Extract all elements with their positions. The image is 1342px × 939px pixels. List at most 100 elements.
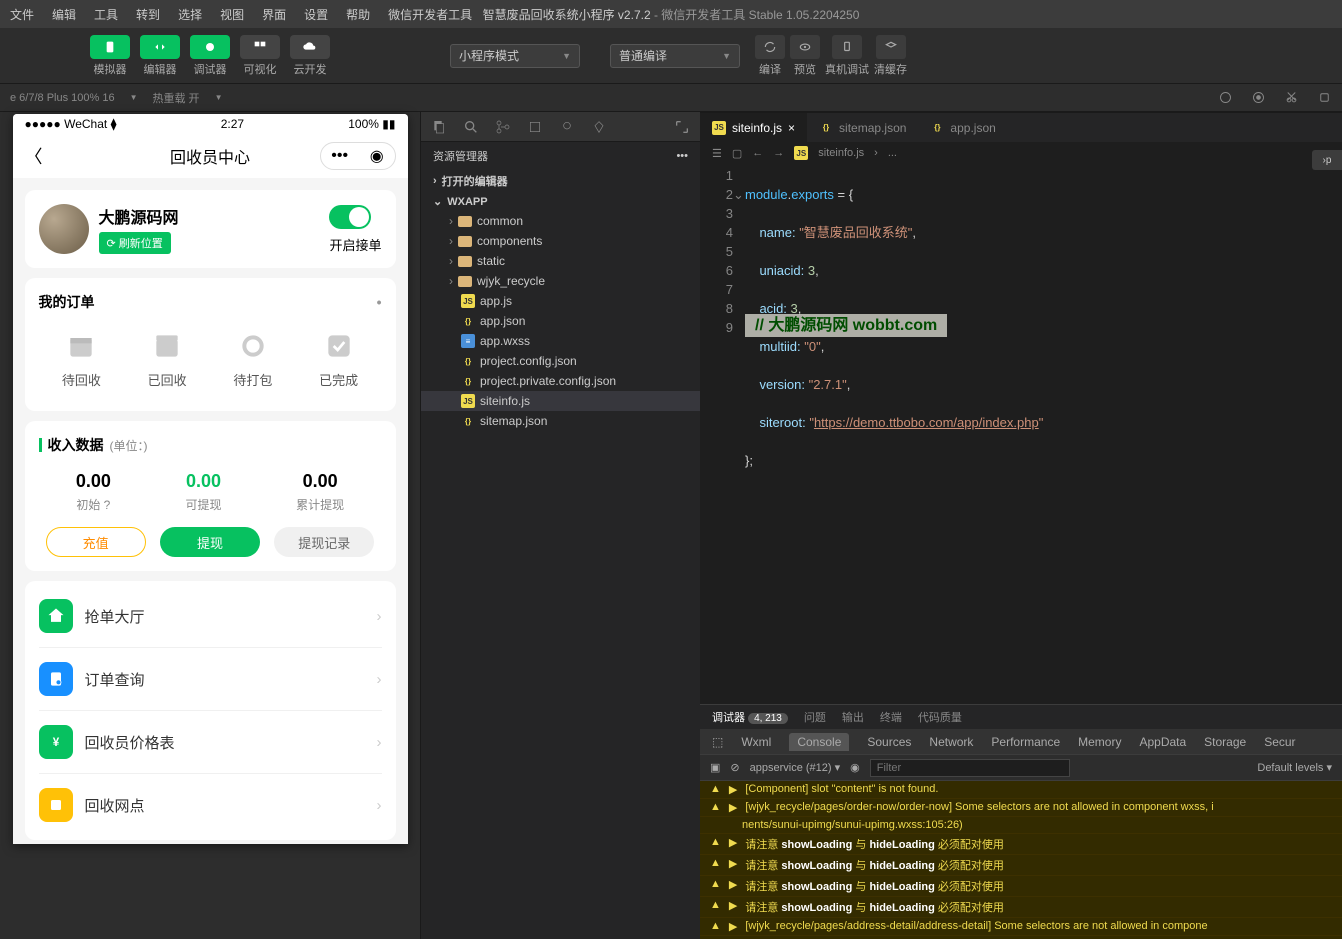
tab-output[interactable]: 输出 [842,709,864,725]
cloud-toggle[interactable]: 云开发 [290,35,330,77]
package-icon[interactable] [527,119,543,135]
tab-security[interactable]: Secur [1264,735,1295,749]
order-pending[interactable]: 待回收 [62,330,101,389]
menu-edit[interactable]: 编辑 [52,6,76,23]
git-icon[interactable] [495,119,511,135]
context-selector[interactable]: appservice (#12) ▾ [750,761,841,774]
menu-ui[interactable]: 界面 [262,6,286,23]
menu-goto[interactable]: 转到 [136,6,160,23]
folder-wjyk[interactable]: ›wjyk_recycle [421,271,700,291]
file-project-config[interactable]: {}project.config.json [421,351,700,371]
file-siteinfo[interactable]: JSsiteinfo.js [421,391,700,411]
cut-icon[interactable] [1284,90,1299,105]
tab-siteinfo[interactable]: JSsiteinfo.js× [700,113,807,143]
menu-order-query[interactable]: 订单查询› [39,648,382,711]
compile-dropdown[interactable]: 普通编译▼ [610,44,740,68]
tab-storage[interactable]: Storage [1204,735,1246,749]
cert-icon[interactable] [559,119,575,135]
menu-wechat-devtools[interactable]: 微信开发者工具 [388,6,472,23]
tab-terminal[interactable]: 终端 [880,709,902,725]
list-icon[interactable]: ☰ [712,147,722,160]
code-editor[interactable]: 123456789 ⌄module.exports = { name: "智慧废… [700,164,1342,704]
folder-components[interactable]: ›components [421,231,700,251]
tab-debugger[interactable]: 调试器 4, 213 [712,709,788,725]
more-icon[interactable]: • [377,294,382,310]
bookmark-icon[interactable]: ▢ [732,147,742,160]
editor-toggle[interactable]: 编辑器 [140,35,180,77]
open-editors-section[interactable]: ›打开的编辑器 [421,170,700,192]
menu-view[interactable]: 视图 [220,6,244,23]
tab-wxml[interactable]: Wxml [741,735,771,749]
help-icon[interactable]: ? [104,498,111,512]
diamond-icon[interactable] [591,119,607,135]
close-icon[interactable]: × [788,121,795,135]
files-icon[interactable] [431,119,447,135]
withdraw-records-button[interactable]: 提现记录 [274,527,374,557]
withdraw-button[interactable]: 提现 [160,527,260,557]
nav-fwd-icon[interactable]: → [773,147,784,159]
console-log[interactable]: ▲▶[Component] slot "content" is not foun… [700,781,1342,939]
visualize-toggle[interactable]: 可视化 [240,35,280,77]
tab-problems[interactable]: 问题 [804,709,826,725]
order-packing[interactable]: 待打包 [233,330,272,389]
root-section[interactable]: ⌄WXAPP [421,192,700,211]
tab-sitemap[interactable]: {}sitemap.json [807,113,918,143]
menu-select[interactable]: 选择 [178,6,202,23]
tab-app-json[interactable]: {}app.json [918,113,1007,143]
search-icon[interactable] [463,119,479,135]
tab-quality[interactable]: 代码质量 [918,709,962,725]
more-icon[interactable]: ••• [676,150,688,162]
refresh-location-button[interactable]: ⟳刷新位置 [99,232,171,254]
tab-sources[interactable]: Sources [867,735,911,749]
real-debug-button[interactable]: 真机调试 [825,35,869,77]
hot-reload-toggle[interactable]: 热重载 开 [153,90,200,106]
file-app-wxss[interactable]: ≡app.wxss [421,331,700,351]
tab-appdata[interactable]: AppData [1139,735,1186,749]
clear-cache-button[interactable]: 清缓存 [874,35,907,77]
console-filter[interactable] [870,759,1070,777]
breadcrumb-item[interactable]: ... [888,147,897,159]
refresh-icon[interactable] [1218,90,1233,105]
tab-network[interactable]: Network [929,735,973,749]
file-sitemap[interactable]: {}sitemap.json [421,411,700,431]
expand-icon[interactable] [674,119,690,135]
right-peek-tab[interactable]: › p [1312,150,1342,170]
compile-button[interactable]: 编译 [755,35,785,77]
mode-dropdown[interactable]: 小程序模式▼ [450,44,580,68]
simulator-toggle[interactable]: 模拟器 [90,35,130,77]
inspect-icon[interactable]: ⬚ [712,735,723,749]
file-app-js[interactable]: JSapp.js [421,291,700,311]
code-content[interactable]: ⌄module.exports = { name: "智慧废品回收系统", un… [745,164,1342,704]
avatar[interactable] [39,204,89,254]
levels-dropdown[interactable]: Default levels ▾ [1257,761,1332,774]
phone-simulator[interactable]: ●●●●● WeChat ⧫ 2:27 100% ▮▮ 〈 回收员中心 ••• … [13,114,408,844]
menu-sites[interactable]: 回收网点› [39,774,382,836]
record-icon[interactable] [1251,90,1266,105]
menu-grab-orders[interactable]: 抢单大厅› [39,585,382,648]
preview-button[interactable]: 预览 [790,35,820,77]
target-icon[interactable]: ◉ [370,146,384,166]
menu-file[interactable]: 文件 [10,6,34,23]
folder-common[interactable]: ›common [421,211,700,231]
order-collected[interactable]: 已回收 [148,330,187,389]
eye-icon[interactable]: ◉ [850,761,860,774]
menu-dots-icon[interactable]: ••• [331,147,348,165]
tab-memory[interactable]: Memory [1078,735,1121,749]
tab-performance[interactable]: Performance [991,735,1060,749]
file-project-private[interactable]: {}project.private.config.json [421,371,700,391]
debugger-toggle[interactable]: 调试器 [190,35,230,77]
file-app-json[interactable]: {}app.json [421,311,700,331]
capsule-button[interactable]: ••• ◉ [320,142,396,170]
menu-tools[interactable]: 工具 [94,6,118,23]
back-button[interactable]: 〈 [25,143,43,169]
clear-console-icon[interactable]: ⊘ [730,761,739,774]
sidebar-toggle-icon[interactable]: ▣ [710,761,720,774]
tab-console[interactable]: Console [789,733,849,751]
menu-price-table[interactable]: ¥回收员价格表› [39,711,382,774]
fold-icon[interactable]: ⌄ [733,185,744,204]
order-complete[interactable]: 已完成 [319,330,358,389]
device-selector[interactable]: e 6/7/8 Plus 100% 16 [10,92,115,104]
rotate-icon[interactable] [1317,90,1332,105]
folder-static[interactable]: ›static [421,251,700,271]
nav-back-icon[interactable]: ← [752,147,763,159]
